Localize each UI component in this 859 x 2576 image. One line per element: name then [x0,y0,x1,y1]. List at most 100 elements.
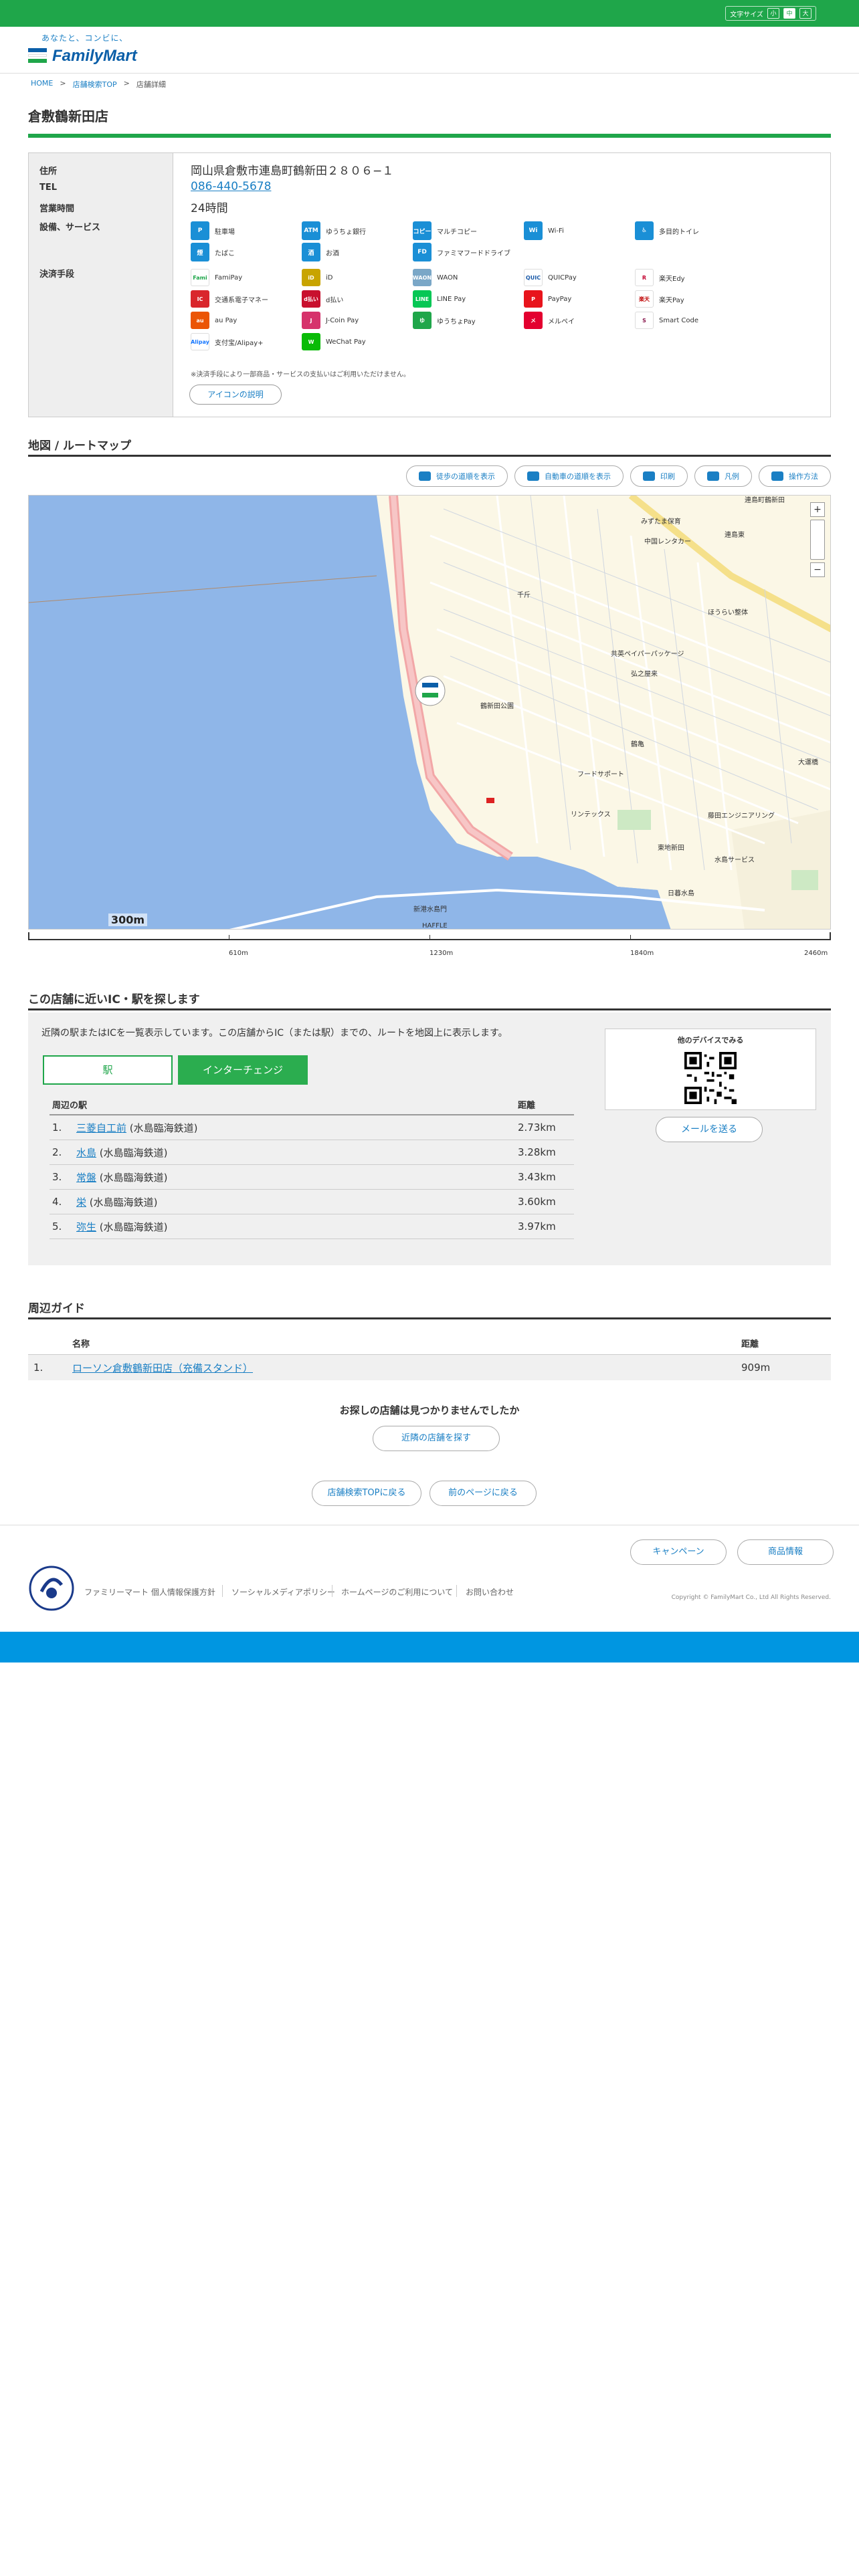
tab-interchange[interactable]: インターチェンジ [178,1055,308,1085]
breadcrumb-search-top[interactable]: 店舗検索TOP [73,79,117,90]
payment-note: ※決済手段により一部商品・サービスの支払いはご利用いただけません。 [191,371,410,379]
payment-item: Alipay 支付宝/Alipay+ [191,331,302,352]
font-size-small[interactable]: 小 [767,8,779,19]
nearby-stores-button[interactable]: 近隣の店舗を探す [373,1426,500,1451]
map-label: 大運橋 [798,758,818,766]
privacy-mark-icon [29,1566,74,1611]
station-link[interactable]: 栄 [76,1196,86,1208]
service-item: ♿ 多目的トイレ [635,220,746,241]
store-hours: 24時間 [191,202,228,215]
legend-button[interactable]: 凡例 [694,465,752,487]
payment-item: R 楽天Edy [635,267,746,288]
label-hours: 営業時間 [39,204,75,214]
wifi-icon: Wi [524,221,543,240]
station-dist-header: 距離 [518,1100,536,1111]
guide-section-title: 周辺ガイド [28,1302,85,1315]
station-distance: 3.97km [518,1220,556,1232]
payment-item: S Smart Code [635,310,746,331]
qr-title: 他のデバイスでみる [677,1036,744,1045]
icon-help-button[interactable]: アイコンの説明 [189,385,282,405]
send-mail-button[interactable]: メールを送る [656,1117,763,1142]
familymart-logo[interactable]: FamilyMart [28,47,137,66]
multi-copy-icon: コピー [413,221,432,240]
payment-item: au au Pay [191,310,302,331]
map-label: ほうらい整体 [708,608,748,617]
station-distance: 3.43km [518,1171,556,1183]
service-item: P 駐車場 [191,220,302,241]
logo-mark-icon [28,48,47,64]
map-label: HAFFLE [422,922,448,930]
station-line: (水島臨海鉄道) [99,1171,168,1184]
legend-label: 凡例 [725,472,739,481]
zoom-slider[interactable] [810,520,825,560]
products-button[interactable]: 商品情報 [737,1539,834,1565]
store-tel-link[interactable]: 086-440-5678 [191,180,271,193]
footer-link-contact[interactable]: お問い合わせ [466,1586,514,1598]
payment-item: P PayPay [524,288,635,310]
font-size-medium[interactable]: 中 [783,8,795,19]
payment-label: WAON [437,274,458,282]
store-map[interactable]: 連島町鶴新田 中国レンタカー みずたま保育 連島東 ほうらい整体 共英ペイパーパ… [28,495,831,930]
guide-link[interactable]: ローソン倉敷鶴新田店（充備スタンド） [72,1362,253,1374]
payment-logo-icon: P [524,290,543,308]
station-line: (水島臨海鉄道) [89,1196,158,1208]
zoom-out-button[interactable]: − [810,562,825,577]
service-item: コピー マルチコピー [413,220,524,241]
nearby-description: 近隣の駅またはICを一覧表示しています。この店舗からIC（または駅）までの、ルー… [41,1028,508,1039]
station-name-cell: 弥生 (水島臨海鉄道) [76,1220,518,1234]
car-route-button[interactable]: 自動車の道順を表示 [514,465,624,487]
info-label-column [29,153,173,417]
walk-route-button[interactable]: 徒歩の道順を表示 [406,465,508,487]
station-link[interactable]: 常盤 [76,1172,96,1184]
map-label: 東地新田 [658,843,684,852]
map-zoom-control: + − [810,502,825,580]
station-num: 1. [52,1121,62,1134]
printer-icon [643,471,655,481]
nearby-panel: 近隣の駅またはICを一覧表示しています。この店舗からIC（または駅）までの、ルー… [28,1012,831,1265]
campaign-button[interactable]: キャンペーン [630,1539,727,1565]
zoom-in-button[interactable]: + [810,502,825,517]
service-label: お酒 [326,249,339,257]
payment-label: 交通系電子マネー [215,296,268,304]
payment-label: d払い [326,296,344,304]
font-size-large[interactable]: 大 [799,8,812,19]
back-button[interactable]: 前のページに戻る [430,1481,537,1506]
service-label: ファミマフードドライブ [437,249,510,257]
map-scale-label: 300m [108,914,148,926]
service-item: ATM ゆうちょ銀行 [302,220,413,241]
tab-station[interactable]: 駅 [43,1055,173,1085]
station-link[interactable]: 三菱自工前 [76,1122,126,1134]
scale-tick-label: 1840m [630,950,654,957]
payment-logo-icon: J [302,312,320,329]
guide-dist-header: 距離 [741,1339,759,1350]
station-link[interactable]: 水島 [76,1147,96,1159]
station-line: (水島臨海鉄道) [99,1146,168,1159]
store-info-table: 住所 TEL 営業時間 設備、サービス 決済手段 岡山県倉敷市連島町鶴新田２８０… [28,152,831,417]
search-top-button[interactable]: 店舗検索TOPに戻る [312,1481,421,1506]
station-link[interactable]: 弥生 [76,1221,96,1233]
car-route-label: 自動車の道順を表示 [545,472,611,481]
car-icon [527,471,539,481]
payment-logo-icon: S [635,312,654,329]
help-button[interactable]: 操作方法 [759,465,831,487]
footer-link-terms[interactable]: ホームページのご利用について [341,1586,453,1598]
map-label: みずたま保育 [641,517,681,526]
footer-link-privacy[interactable]: ファミリーマート 個人情報保護方針 [84,1586,215,1598]
print-button[interactable]: 印刷 [630,465,688,487]
map-label: 日暮水島 [668,889,694,897]
payment-item: iD iD [302,267,413,288]
breadcrumb-home[interactable]: HOME [31,79,53,90]
scale-tick [630,935,631,940]
map-label: 連島東 [725,530,745,539]
payment-item: QUIC QUICPay [524,267,635,288]
payment-logo-icon: au [191,312,209,329]
footer-link-social[interactable]: ソーシャルメディアポリシー [231,1586,335,1598]
map-label: 新港水島門 [413,905,447,914]
payment-logo-icon: IC [191,290,209,308]
tagline: あなたと、コンビに、 [41,33,128,43]
station-num: 4. [52,1196,62,1208]
payment-item: IC 交通系電子マネー [191,288,302,310]
alcohol-icon: 酒 [302,243,320,261]
map-label: 水島サービス [714,855,755,864]
accessible-toilet-icon: ♿ [635,221,654,240]
